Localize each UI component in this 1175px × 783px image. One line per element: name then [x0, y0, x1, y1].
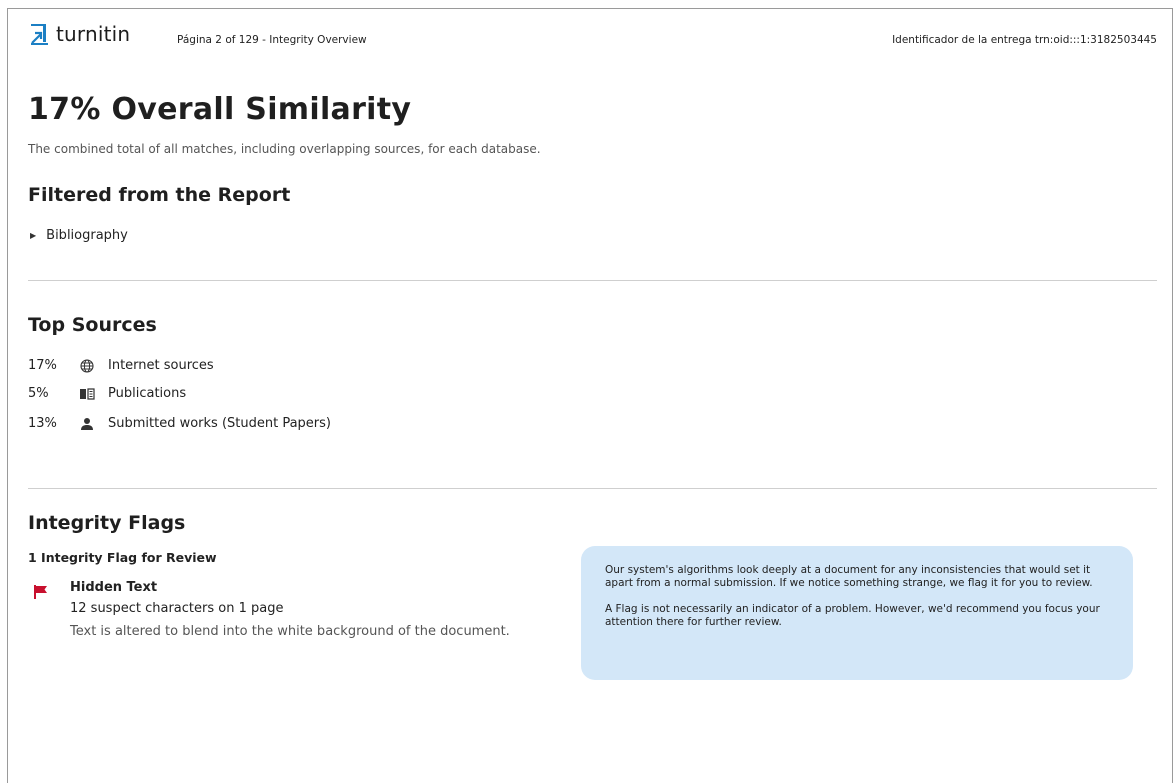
flag-description: Text is altered to blend into the white … [70, 624, 510, 639]
source-percent: 13% [28, 416, 57, 431]
page-info: Página 2 of 129 - Integrity Overview [177, 34, 367, 46]
overall-similarity-title: 17% Overall Similarity [28, 92, 412, 127]
page-header: turnitin Página 2 of 129 - Integrity Ove… [28, 22, 1157, 62]
section-divider [28, 488, 1157, 489]
person-icon [78, 417, 96, 431]
info-paragraph: Our system's algorithms look deeply at a… [605, 564, 1093, 589]
turnitin-logo: turnitin [28, 22, 130, 46]
filter-item-bibliography[interactable]: ▶ Bibliography [30, 228, 128, 243]
source-label: Publications [108, 386, 187, 401]
filtered-section-title: Filtered from the Report [28, 184, 291, 206]
source-row-submitted-works: 13% Submitted works (Student Papers) [28, 416, 331, 431]
source-percent: 17% [28, 358, 57, 373]
overall-similarity-subtitle: The combined total of all matches, inclu… [28, 142, 541, 156]
filter-item-label: Bibliography [46, 228, 128, 243]
book-icon [78, 387, 96, 401]
source-row-publications: 5% Publications [28, 386, 186, 401]
source-label: Internet sources [108, 358, 214, 373]
integrity-flags-title: Integrity Flags [28, 512, 186, 534]
integrity-flag-count: 1 Integrity Flag for Review [28, 550, 217, 565]
submission-id: Identificador de la entrega trn:oid:::1:… [892, 34, 1157, 46]
flag-name: Hidden Text [70, 580, 158, 595]
caret-right-icon: ▶ [30, 231, 37, 240]
flag-info-box: Our system's algorithms look deeply at a… [581, 546, 1133, 680]
info-paragraph: A Flag is not necessarily an indicator o… [605, 603, 1100, 628]
flag-icon [33, 584, 49, 604]
source-label: Submitted works (Student Papers) [108, 416, 331, 431]
globe-icon [78, 358, 96, 373]
top-sources-title: Top Sources [28, 314, 157, 336]
turnitin-logo-icon [31, 24, 48, 45]
source-percent: 5% [28, 386, 49, 401]
section-divider [28, 280, 1157, 281]
source-row-internet: 17% Internet sources [28, 358, 214, 373]
flag-detail: 12 suspect characters on 1 page [70, 601, 284, 616]
logo-text: turnitin [56, 22, 131, 46]
